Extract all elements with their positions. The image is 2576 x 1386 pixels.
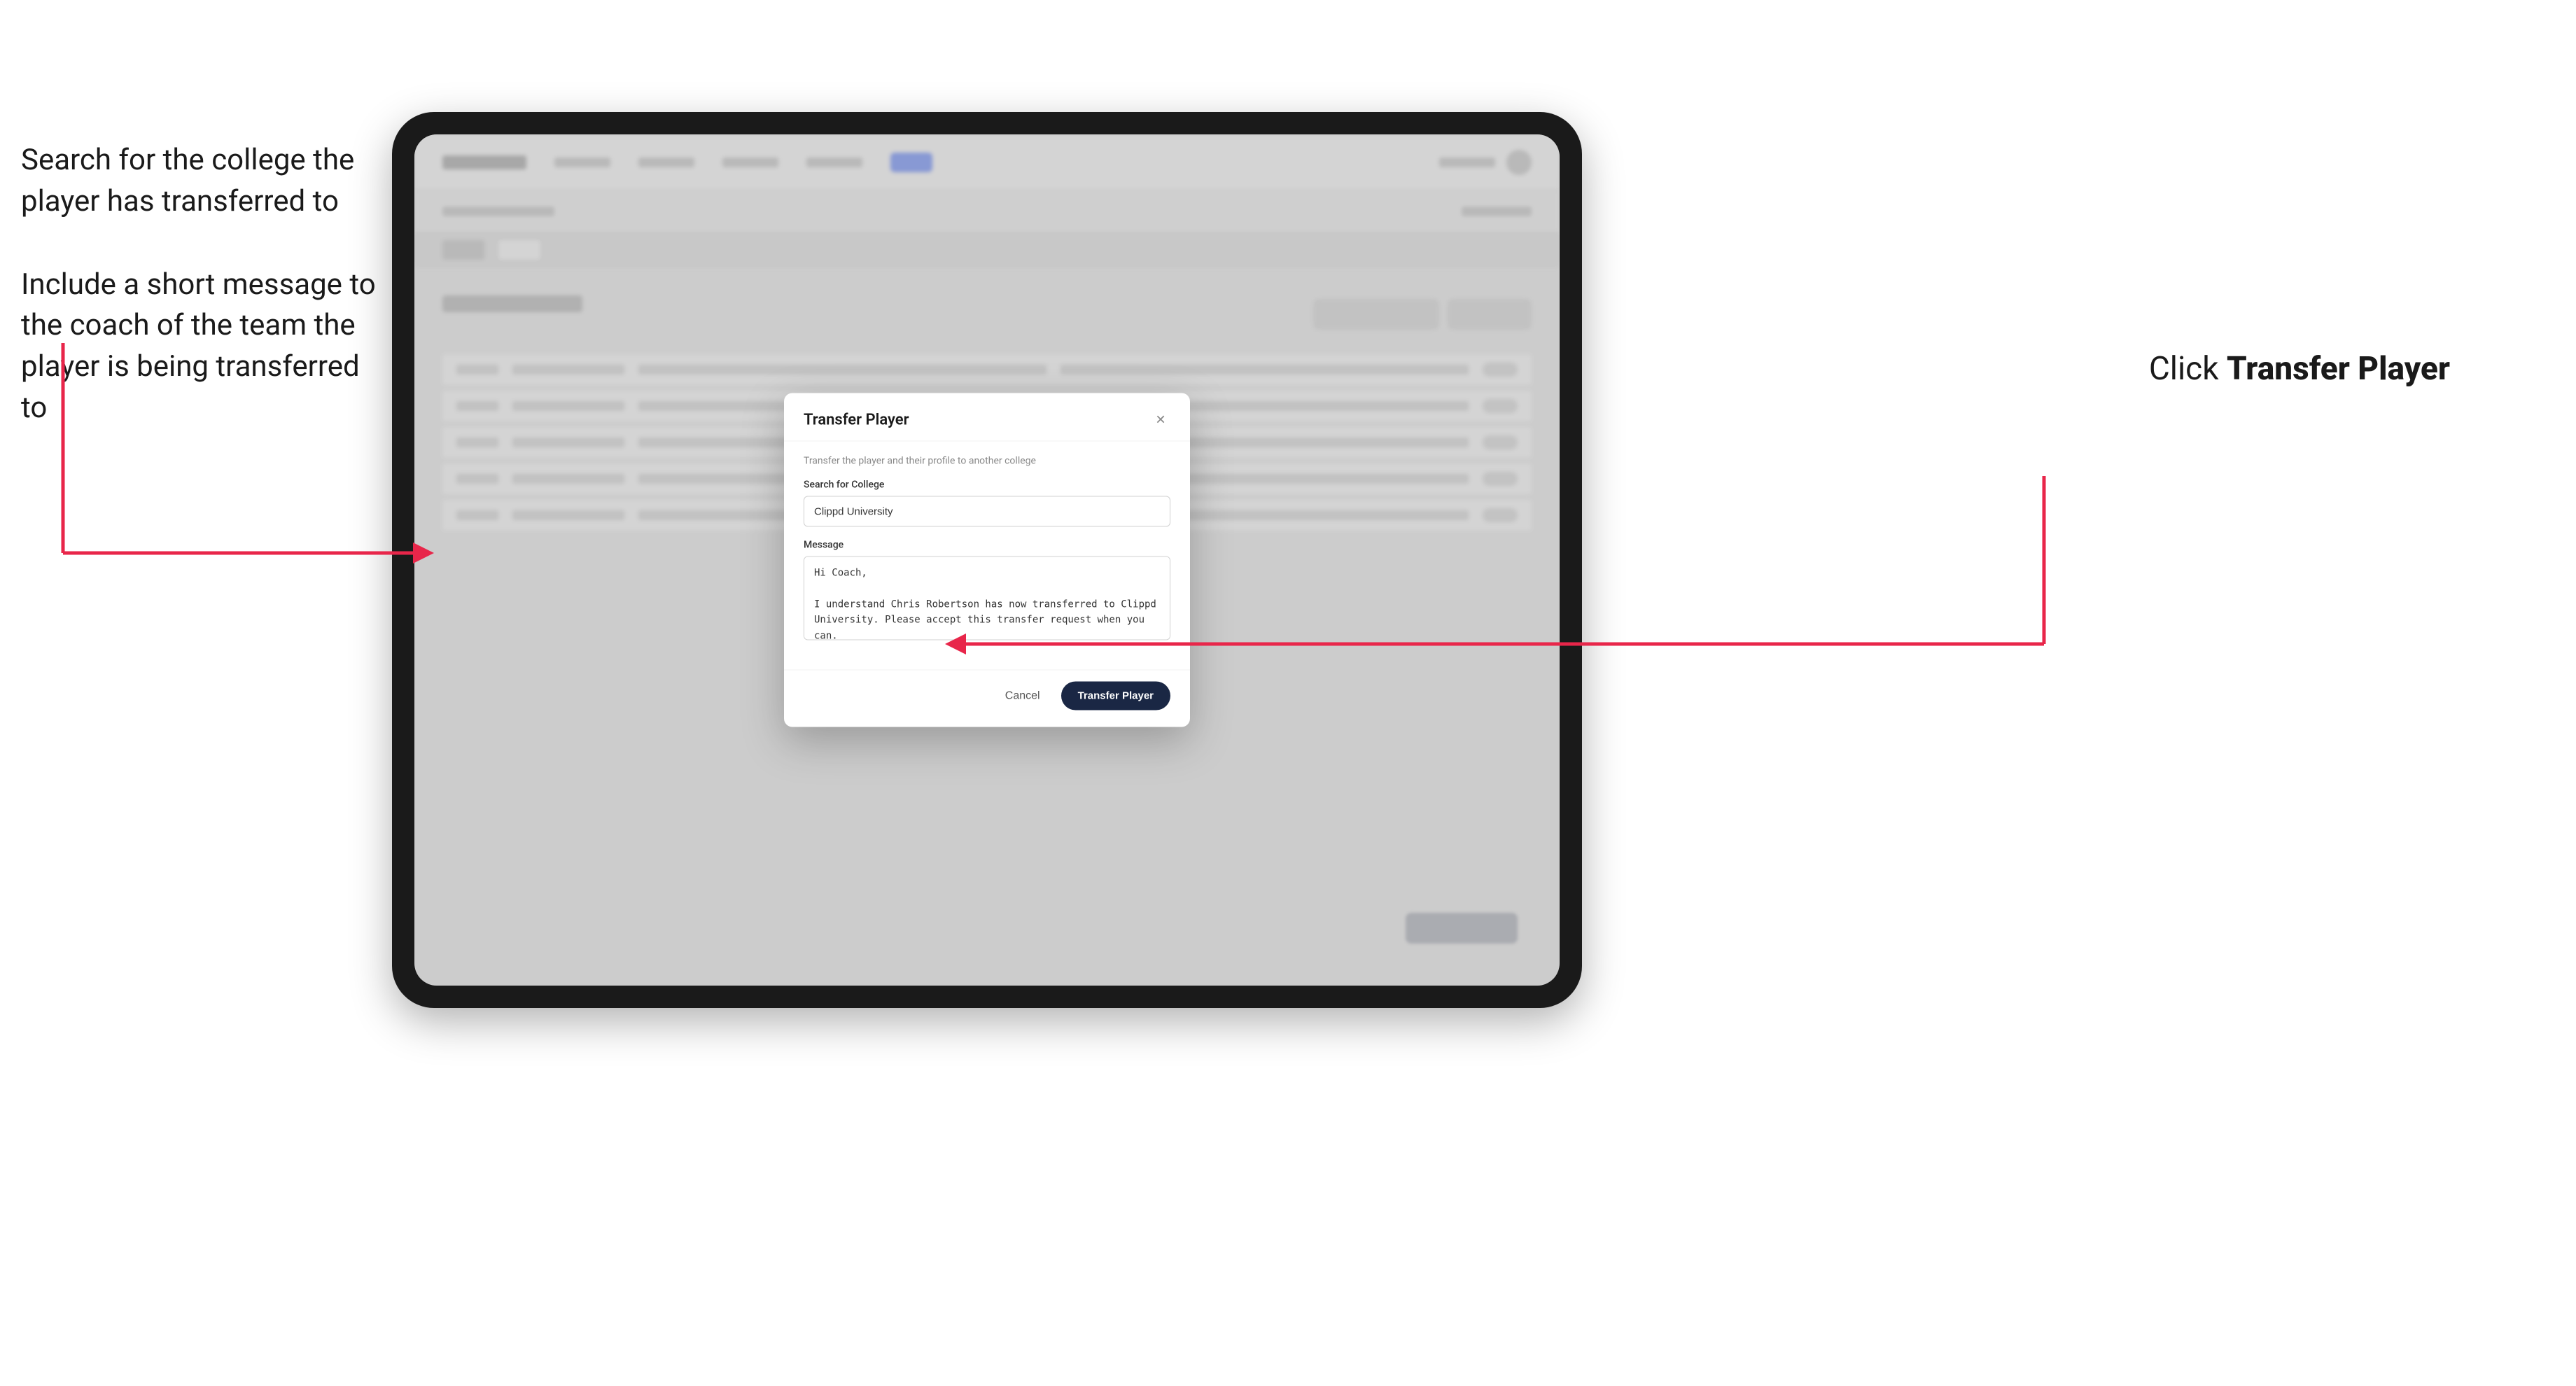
modal-close-button[interactable]: ✕ [1151,410,1170,430]
transfer-player-button[interactable]: Transfer Player [1061,682,1170,710]
message-textarea[interactable]: Hi Coach, I understand Chris Robertson h… [804,556,1170,640]
tablet-frame: Transfer Player ✕ Transfer the player an… [392,112,1582,1008]
annotation-right: Click Transfer Player [2149,350,2450,388]
cancel-button[interactable]: Cancel [994,682,1051,709]
search-college-input[interactable] [804,496,1170,527]
search-college-group: Search for College [804,479,1170,527]
annotation-text-1: Search for the college the player has tr… [21,143,354,218]
message-label: Message [804,540,1170,551]
annotation-right-bold: Transfer Player [2227,350,2450,388]
annotation-left: Search for the college the player has tr… [21,140,385,429]
modal-header: Transfer Player ✕ [784,393,1190,442]
modal-footer: Cancel Transfer Player [784,670,1190,727]
transfer-player-modal: Transfer Player ✕ Transfer the player an… [784,393,1190,727]
tablet-screen: Transfer Player ✕ Transfer the player an… [414,134,1560,986]
search-college-label: Search for College [804,479,1170,491]
modal-title: Transfer Player [804,411,909,428]
message-group: Message Hi Coach, I understand Chris Rob… [804,540,1170,643]
annotation-text-2: Include a short message to the coach of … [21,267,376,425]
modal-subtitle: Transfer the player and their profile to… [804,456,1170,467]
annotation-right-prefix: Click [2149,350,2227,388]
modal-body: Transfer the player and their profile to… [784,442,1190,670]
